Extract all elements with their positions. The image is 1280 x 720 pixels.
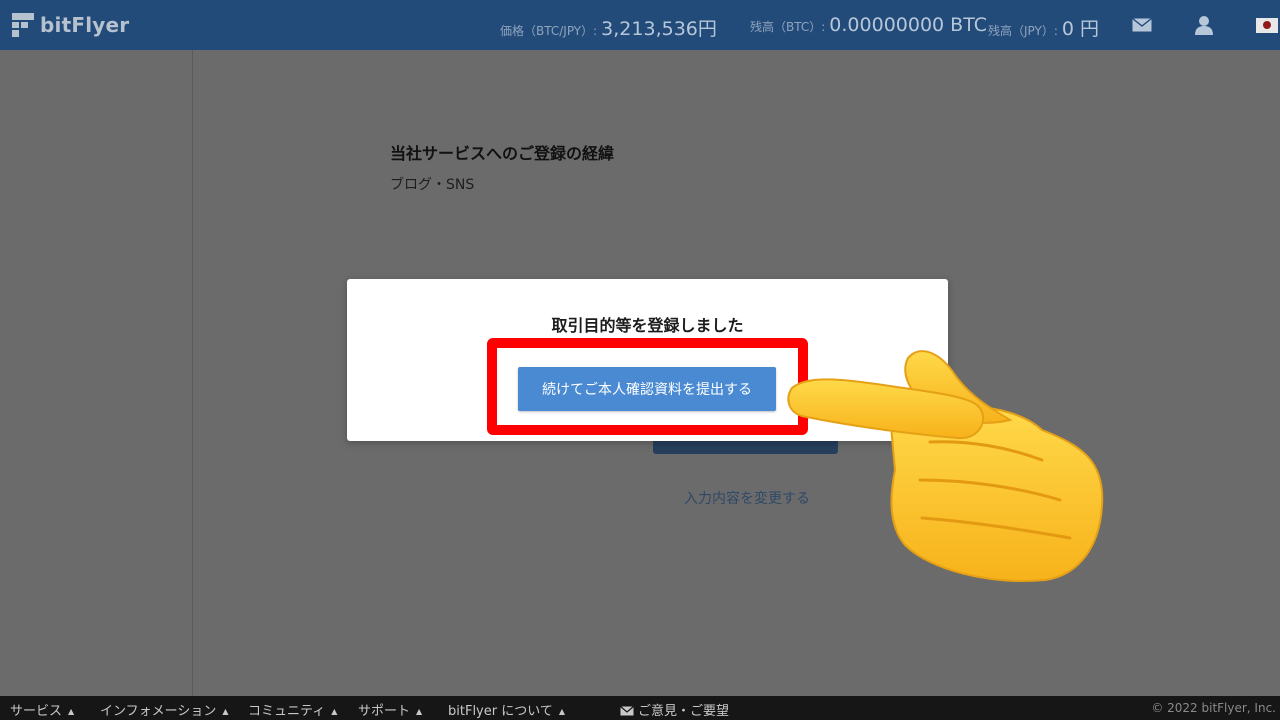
btc-balance-display: 残高（BTC）: 0.00000000 BTC (750, 14, 987, 36)
pointing-hand-icon (787, 350, 1104, 582)
bitflyer-logo[interactable]: bitFlyer (12, 13, 129, 37)
left-sidebar (0, 50, 193, 696)
bottom-footer: サービス ▲ インフォメーション ▲ コミュニティ ▲ サポート ▲ bitFlyer … (0, 696, 1280, 720)
footer-menu-about[interactable]: bitFlyer について ▲ (448, 700, 565, 719)
caret-up-icon: ▲ (222, 707, 229, 716)
user-icon[interactable] (1192, 0, 1216, 50)
jpy-balance-value: 0 円 (1061, 18, 1100, 40)
envelope-icon (620, 706, 634, 716)
registration-source-value: ブログ・SNS (390, 177, 475, 193)
jpy-balance-display: 残高（JPY）: 0 円 (988, 14, 1099, 41)
btc-balance-label: 残高（BTC）: (750, 20, 826, 34)
copyright-text: © 2022 bitFlyer, Inc. (1151, 701, 1276, 715)
app-page: bitFlyer 価格（BTC/JPY）: 3,213,536円 残高（BTC）… (0, 0, 1280, 720)
btc-balance-value: 0.00000000 BTC (829, 14, 987, 36)
footer-menu-services[interactable]: サービス ▲ (10, 700, 74, 719)
caret-up-icon: ▲ (331, 707, 338, 716)
bitflyer-logo-icon (12, 13, 34, 37)
submit-identity-documents-button[interactable]: 続けてご本人確認資料を提出する (518, 367, 776, 411)
caret-up-icon: ▲ (68, 707, 75, 716)
japan-flag-icon[interactable] (1254, 0, 1280, 50)
logo-text: bitFlyer (40, 13, 130, 37)
footer-menu-information[interactable]: インフォメーション ▲ (100, 700, 229, 719)
top-header: bitFlyer 価格（BTC/JPY）: 3,213,536円 残高（BTC）… (0, 0, 1280, 50)
footer-feedback-link[interactable]: ご意見・ご要望 (620, 700, 729, 719)
registration-source-heading: 当社サービスへのご登録の経緯 (390, 144, 615, 163)
feedback-label: ご意見・ご要望 (638, 704, 730, 719)
envelope-icon[interactable] (1130, 0, 1154, 50)
price-label: 価格（BTC/JPY）: (500, 24, 598, 38)
price-value: 3,213,536円 (601, 18, 717, 40)
price-display: 価格（BTC/JPY）: 3,213,536円 (500, 14, 717, 41)
caret-up-icon: ▲ (558, 707, 565, 716)
jpy-balance-label: 残高（JPY）: (988, 24, 1058, 38)
caret-up-icon: ▲ (416, 707, 423, 716)
footer-menu-community[interactable]: コミュニティ ▲ (248, 700, 337, 719)
footer-menu-support[interactable]: サポート ▲ (358, 700, 422, 719)
